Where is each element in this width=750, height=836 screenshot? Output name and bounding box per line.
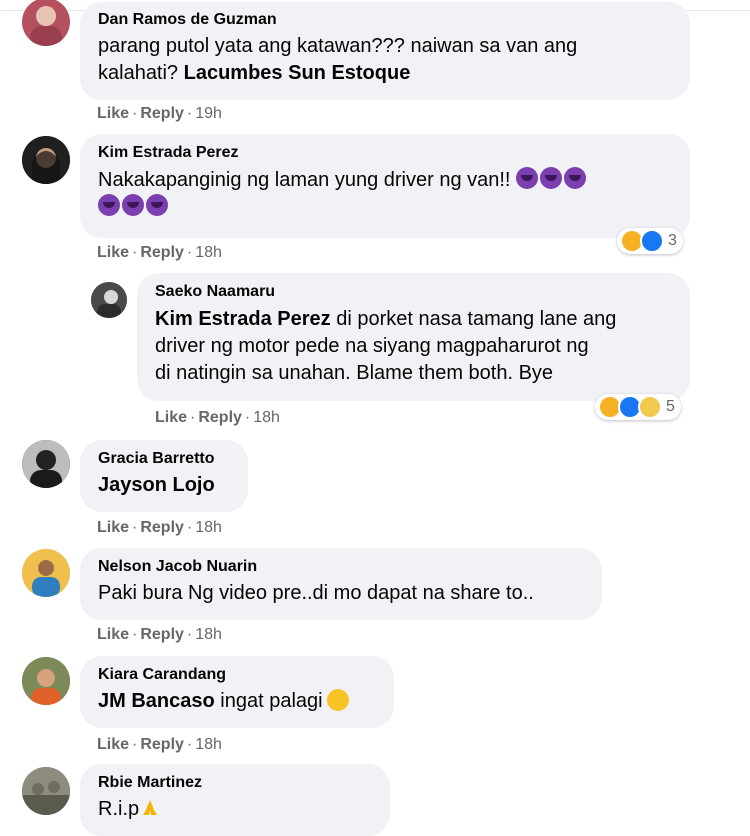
comment-text: Paki bura Ng video pre..di mo dapat na s… <box>98 580 584 607</box>
mentioned-user[interactable]: Lacumbes Sun Estoque <box>184 62 411 84</box>
comment-bubble: Saeko Naamaru Kim Estrada Perez di porke… <box>137 273 690 401</box>
avatar-image <box>22 136 70 184</box>
like-button[interactable]: Like <box>97 244 129 261</box>
comment-text-line: di natingin sa unahan. Blame them both. … <box>155 362 554 384</box>
devil-emoji <box>516 167 539 189</box>
devil-emoji-group <box>516 167 588 191</box>
timestamp[interactable]: 18h <box>195 519 222 536</box>
reaction-summary[interactable]: 3 <box>617 228 683 254</box>
comment-actions: Like · Reply · 19h <box>97 105 222 122</box>
pleading-face-emoji <box>326 689 349 711</box>
comment-text: R.i.p <box>98 796 372 823</box>
reply-button[interactable]: Reply <box>140 244 184 261</box>
comment-bubble: Kim Estrada Perez Nakakapanginig ng lama… <box>80 134 690 238</box>
timestamp[interactable]: 18h <box>195 736 222 753</box>
reply-button[interactable]: Reply <box>140 519 184 536</box>
avatar-image <box>91 282 127 318</box>
avatar[interactable] <box>22 549 70 597</box>
mentioned-user[interactable]: Jayson Lojo <box>98 474 215 496</box>
comment-text: parang putol yata ang katawan??? naiwan … <box>98 33 672 87</box>
timestamp[interactable]: 19h <box>195 105 222 122</box>
commenter-name[interactable]: Nelson Jacob Nuarin <box>98 557 584 577</box>
comment-actions: Like · Reply · 18h <box>97 626 222 643</box>
timestamp[interactable]: 18h <box>195 626 222 643</box>
avatar-image <box>22 440 70 488</box>
folded-hands-emoji <box>143 800 158 815</box>
reply-button[interactable]: Reply <box>198 409 242 426</box>
commenter-name[interactable]: Gracia Barretto <box>98 449 230 469</box>
like-button[interactable]: Like <box>97 105 129 122</box>
devil-emoji <box>98 194 120 216</box>
avatar[interactable] <box>22 0 70 46</box>
avatar[interactable] <box>22 136 70 184</box>
care-reaction-icon <box>638 395 662 419</box>
timestamp[interactable]: 18h <box>195 244 222 261</box>
avatar[interactable] <box>22 767 70 815</box>
comment-bubble: Dan Ramos de Guzman parang putol yata an… <box>80 2 690 100</box>
avatar-image <box>22 657 70 705</box>
commenter-name[interactable]: Kiara Carandang <box>98 665 376 685</box>
devil-emoji <box>564 167 587 189</box>
like-button[interactable]: Like <box>97 626 129 643</box>
comment-bubble: Kiara Carandang JM Bancaso ingat palagi <box>80 656 394 728</box>
avatar[interactable] <box>91 282 127 318</box>
commenter-name[interactable]: Dan Ramos de Guzman <box>98 10 672 30</box>
like-reaction-icon <box>640 229 664 253</box>
commenter-name[interactable]: Saeko Naamaru <box>155 282 672 302</box>
commenter-name[interactable]: Kim Estrada Perez <box>98 143 672 163</box>
avatar-image <box>22 767 70 815</box>
comment-text-line: driver ng motor pede na siyang magpaharu… <box>155 335 589 357</box>
comment-bubble: Gracia Barretto Jayson Lojo <box>80 440 248 512</box>
avatar-image <box>30 6 62 46</box>
comment-actions: Like · Reply · 18h <box>97 736 222 753</box>
comment-text: Kim Estrada Perez di porket nasa tamang … <box>155 306 672 387</box>
comment-text: Nakakapanginig ng laman yung driver ng v… <box>98 167 672 221</box>
timestamp[interactable]: 18h <box>253 409 280 426</box>
comment-actions: Like · Reply · 18h <box>97 519 222 536</box>
comment-bubble: Rbie Martinez R.i.p <box>80 764 390 836</box>
devil-emoji <box>146 194 168 216</box>
comment-actions: Like · Reply · 18h <box>97 244 222 261</box>
comment-text-line: Nakakapanginig ng laman yung driver ng v… <box>98 169 511 191</box>
avatar-image <box>22 549 70 597</box>
avatar[interactable] <box>22 657 70 705</box>
comment-text-line: R.i.p <box>98 798 140 820</box>
reply-button[interactable]: Reply <box>140 736 184 753</box>
devil-emoji <box>122 194 144 216</box>
like-button[interactable]: Like <box>97 519 129 536</box>
reply-button[interactable]: Reply <box>140 105 184 122</box>
reaction-count: 5 <box>666 398 675 415</box>
comment-text: JM Bancaso ingat palagi <box>98 688 376 715</box>
comment-text-line: Paki bura Ng video pre..di mo dapat na s… <box>98 582 534 604</box>
avatar[interactable] <box>22 440 70 488</box>
mentioned-user[interactable]: JM Bancaso <box>98 690 215 712</box>
comment-text-line: parang putol yata ang katawan??? naiwan … <box>98 35 578 57</box>
mentioned-user[interactable]: Kim Estrada Perez <box>155 308 331 330</box>
comment-text-line: kalahati? <box>98 62 179 84</box>
devil-emoji <box>540 167 563 189</box>
reply-button[interactable]: Reply <box>140 626 184 643</box>
like-button[interactable]: Like <box>155 409 187 426</box>
comment-actions: Like · Reply · 18h <box>155 409 280 426</box>
comment-bubble: Nelson Jacob Nuarin Paki bura Ng video p… <box>80 548 602 620</box>
like-button[interactable]: Like <box>97 736 129 753</box>
comment-text: Jayson Lojo <box>98 472 230 499</box>
reaction-summary[interactable]: 5 <box>595 394 681 420</box>
devil-emoji-group <box>98 194 170 218</box>
commenter-name[interactable]: Rbie Martinez <box>98 773 372 793</box>
comment-text-line: di porket nasa tamang lane ang <box>336 308 617 330</box>
reaction-count: 3 <box>668 232 677 249</box>
comment-text-line: ingat palagi <box>220 690 323 712</box>
